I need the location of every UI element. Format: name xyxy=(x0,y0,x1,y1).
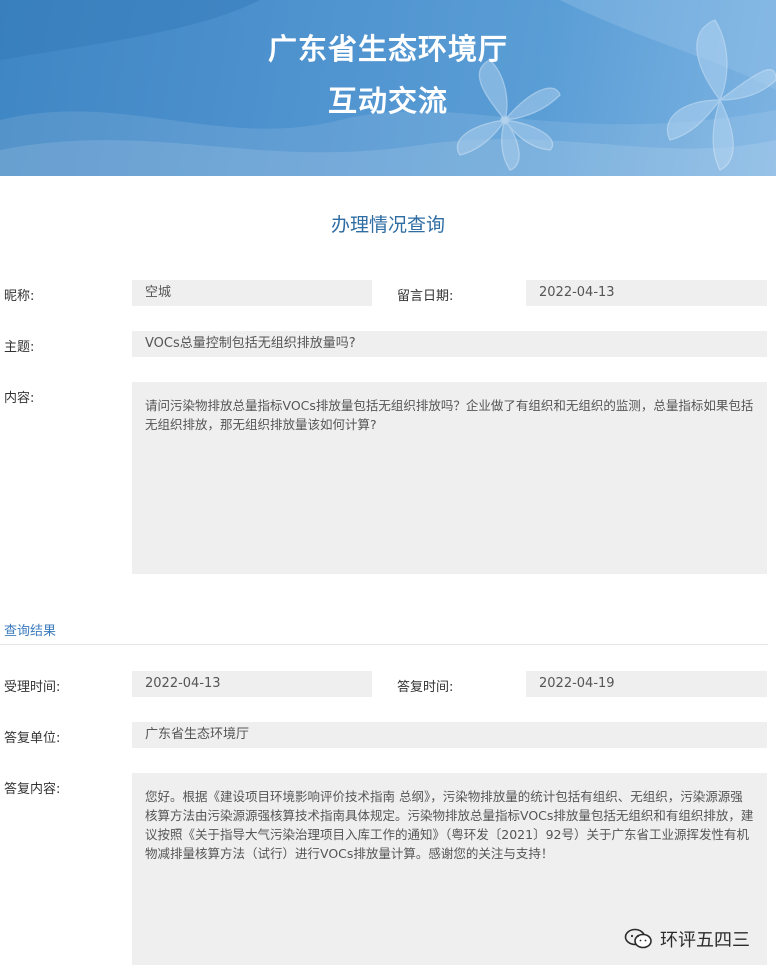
nickname-label: 昵称: xyxy=(4,289,35,304)
header-banner: 广东省生态环境厅 互动交流 xyxy=(0,0,776,176)
section-divider xyxy=(0,644,768,645)
accept-time-label: 受理时间: xyxy=(4,680,61,695)
banner-title-section: 互动交流 xyxy=(327,84,448,118)
reply-time-field: 2022-04-19 xyxy=(526,671,767,697)
watermark: 环评五四三 xyxy=(624,926,750,952)
query-result-heading: 查询结果 xyxy=(4,624,57,639)
nickname-field: 空城 xyxy=(132,280,372,306)
message-date-field: 2022-04-13 xyxy=(526,280,767,306)
banner-title-org: 广东省生态环境厅 xyxy=(267,32,508,66)
reply-unit-label: 答复单位: xyxy=(4,731,61,746)
message-date-label: 留言日期: xyxy=(397,289,454,304)
subject-label: 主题: xyxy=(4,340,35,355)
content-field: 请问污染物排放总量指标VOCs排放量包括无组织排放吗？企业做了有组织和无组织的监… xyxy=(132,382,767,574)
accept-time-field: 2022-04-13 xyxy=(132,671,372,697)
watermark-text: 环评五四三 xyxy=(660,930,750,951)
reply-unit-field: 广东省生态环境厅 xyxy=(132,722,767,748)
wechat-icon xyxy=(624,928,652,949)
content-label: 内容: xyxy=(4,391,35,406)
page-title: 办理情况查询 xyxy=(330,214,445,236)
reply-time-label: 答复时间: xyxy=(397,680,454,695)
subject-field: VOCs总量控制包括无组织排放量吗? xyxy=(132,331,767,357)
reply-content-text: 您好。根据《建设项目环境影响评价技术指南 总纲》，污染物排放量的统计包括有组织、… xyxy=(145,789,754,861)
content-text: 请问污染物排放总量指标VOCs排放量包括无组织排放吗？企业做了有组织和无组织的监… xyxy=(145,398,754,432)
reply-content-label: 答复内容: xyxy=(4,782,61,797)
